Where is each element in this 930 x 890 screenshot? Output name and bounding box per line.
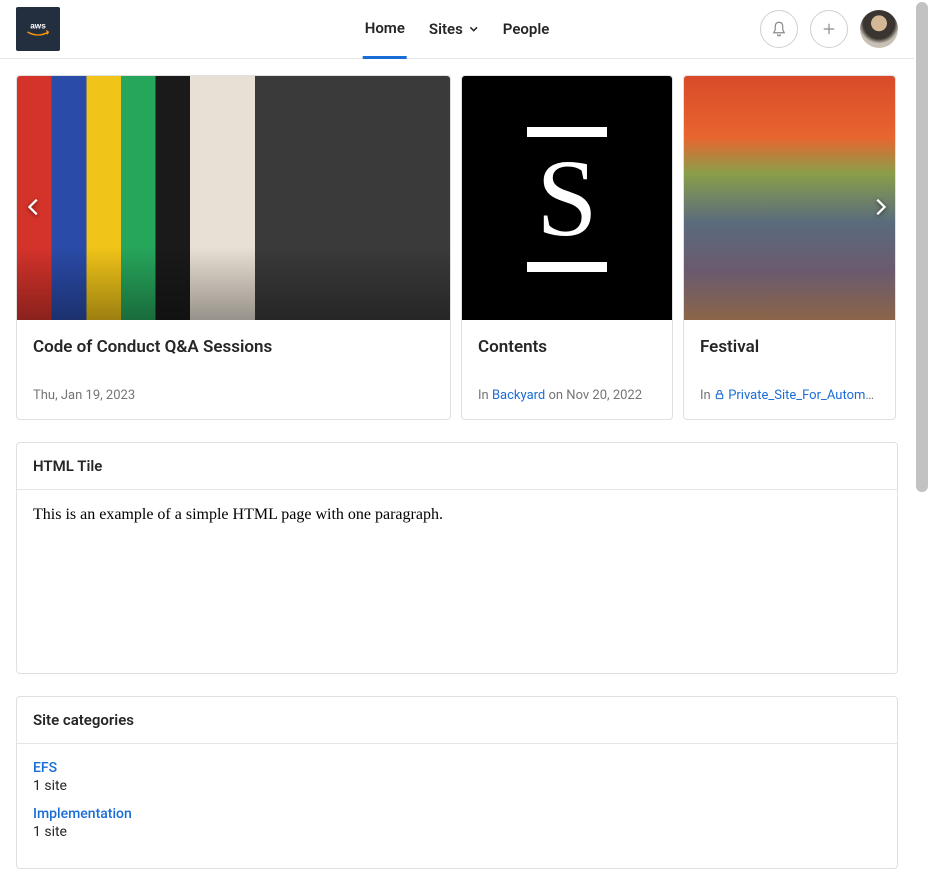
nav-people[interactable]: People: [501, 0, 552, 58]
card-meta-text: Thu, Jan 19, 2023: [33, 388, 135, 403]
site-categories-panel: Site categories EFS 1 site Implementatio…: [16, 696, 898, 869]
card-body: Contents In Backyard on Nov 20, 2022: [462, 320, 672, 419]
card-meta: Thu, Jan 19, 2023: [33, 388, 434, 403]
lock-icon: [714, 389, 725, 400]
card-meta: In Backyard on Nov 20, 2022: [478, 388, 656, 403]
category-item: Implementation 1 site: [33, 806, 881, 840]
scrollbar[interactable]: [914, 0, 930, 890]
category-link[interactable]: EFS: [33, 760, 881, 776]
card-title: Contents: [478, 336, 656, 358]
nav-people-label: People: [503, 20, 550, 38]
category-link[interactable]: Implementation: [33, 806, 881, 822]
card-meta-link[interactable]: Private_Site_For_Automati…: [728, 388, 879, 403]
aws-logo[interactable]: aws: [16, 7, 60, 51]
card-body: Code of Conduct Q&A Sessions Thu, Jan 19…: [17, 320, 450, 419]
panel-body: This is an example of a simple HTML page…: [17, 490, 897, 673]
card-image: [684, 76, 895, 320]
card-body: Festival In Private_Site_For_Automati…: [684, 320, 895, 419]
carousel-card[interactable]: S Contents In Backyard on Nov 20, 2022: [461, 75, 673, 420]
carousel-card[interactable]: Festival In Private_Site_For_Automati…: [683, 75, 896, 420]
user-avatar[interactable]: [860, 10, 898, 48]
html-tile-panel: HTML Tile This is an example of a simple…: [16, 442, 898, 674]
html-tile-paragraph: This is an example of a simple HTML page…: [33, 506, 881, 524]
notifications-button[interactable]: [760, 10, 798, 48]
category-item: EFS 1 site: [33, 760, 881, 794]
card-meta: In Private_Site_For_Automati…: [700, 388, 879, 403]
panel-body: EFS 1 site Implementation 1 site: [17, 744, 897, 868]
nav-sites[interactable]: Sites: [427, 0, 481, 58]
chevron-down-icon: [469, 24, 479, 34]
main-nav: Home Sites People: [363, 0, 552, 58]
header-actions: [760, 10, 898, 48]
bell-icon: [770, 20, 788, 38]
card-title: Code of Conduct Q&A Sessions: [33, 336, 434, 358]
add-button[interactable]: [810, 10, 848, 48]
carousel-next-button[interactable]: [866, 193, 894, 221]
plus-icon: [820, 20, 838, 38]
chevron-left-icon: [23, 196, 45, 218]
card-carousel: Code of Conduct Q&A Sessions Thu, Jan 19…: [16, 75, 898, 420]
card-image: S: [462, 76, 672, 320]
scrollbar-thumb[interactable]: [916, 2, 928, 492]
category-count: 1 site: [33, 778, 881, 794]
nav-sites-label: Sites: [429, 20, 463, 38]
svg-text:aws: aws: [30, 21, 46, 30]
carousel-card[interactable]: Code of Conduct Q&A Sessions Thu, Jan 19…: [16, 75, 451, 420]
card-meta-link[interactable]: Backyard: [492, 388, 545, 403]
chevron-right-icon: [869, 196, 891, 218]
card-meta-suffix: on Nov 20, 2022: [545, 388, 642, 403]
nav-home-label: Home: [365, 19, 405, 37]
main-content: Code of Conduct Q&A Sessions Thu, Jan 19…: [0, 59, 914, 869]
card-title: Festival: [700, 336, 879, 358]
category-count: 1 site: [33, 824, 881, 840]
panel-title: HTML Tile: [17, 443, 897, 490]
panel-title: Site categories: [17, 697, 897, 744]
carousel-prev-button[interactable]: [20, 193, 48, 221]
card-meta-prefix: In: [700, 388, 714, 403]
aws-logo-icon: aws: [23, 19, 53, 39]
top-header: aws Home Sites People: [0, 0, 914, 59]
card-image: [17, 76, 450, 320]
nav-home[interactable]: Home: [363, 1, 407, 59]
card-meta-prefix: In: [478, 388, 492, 403]
